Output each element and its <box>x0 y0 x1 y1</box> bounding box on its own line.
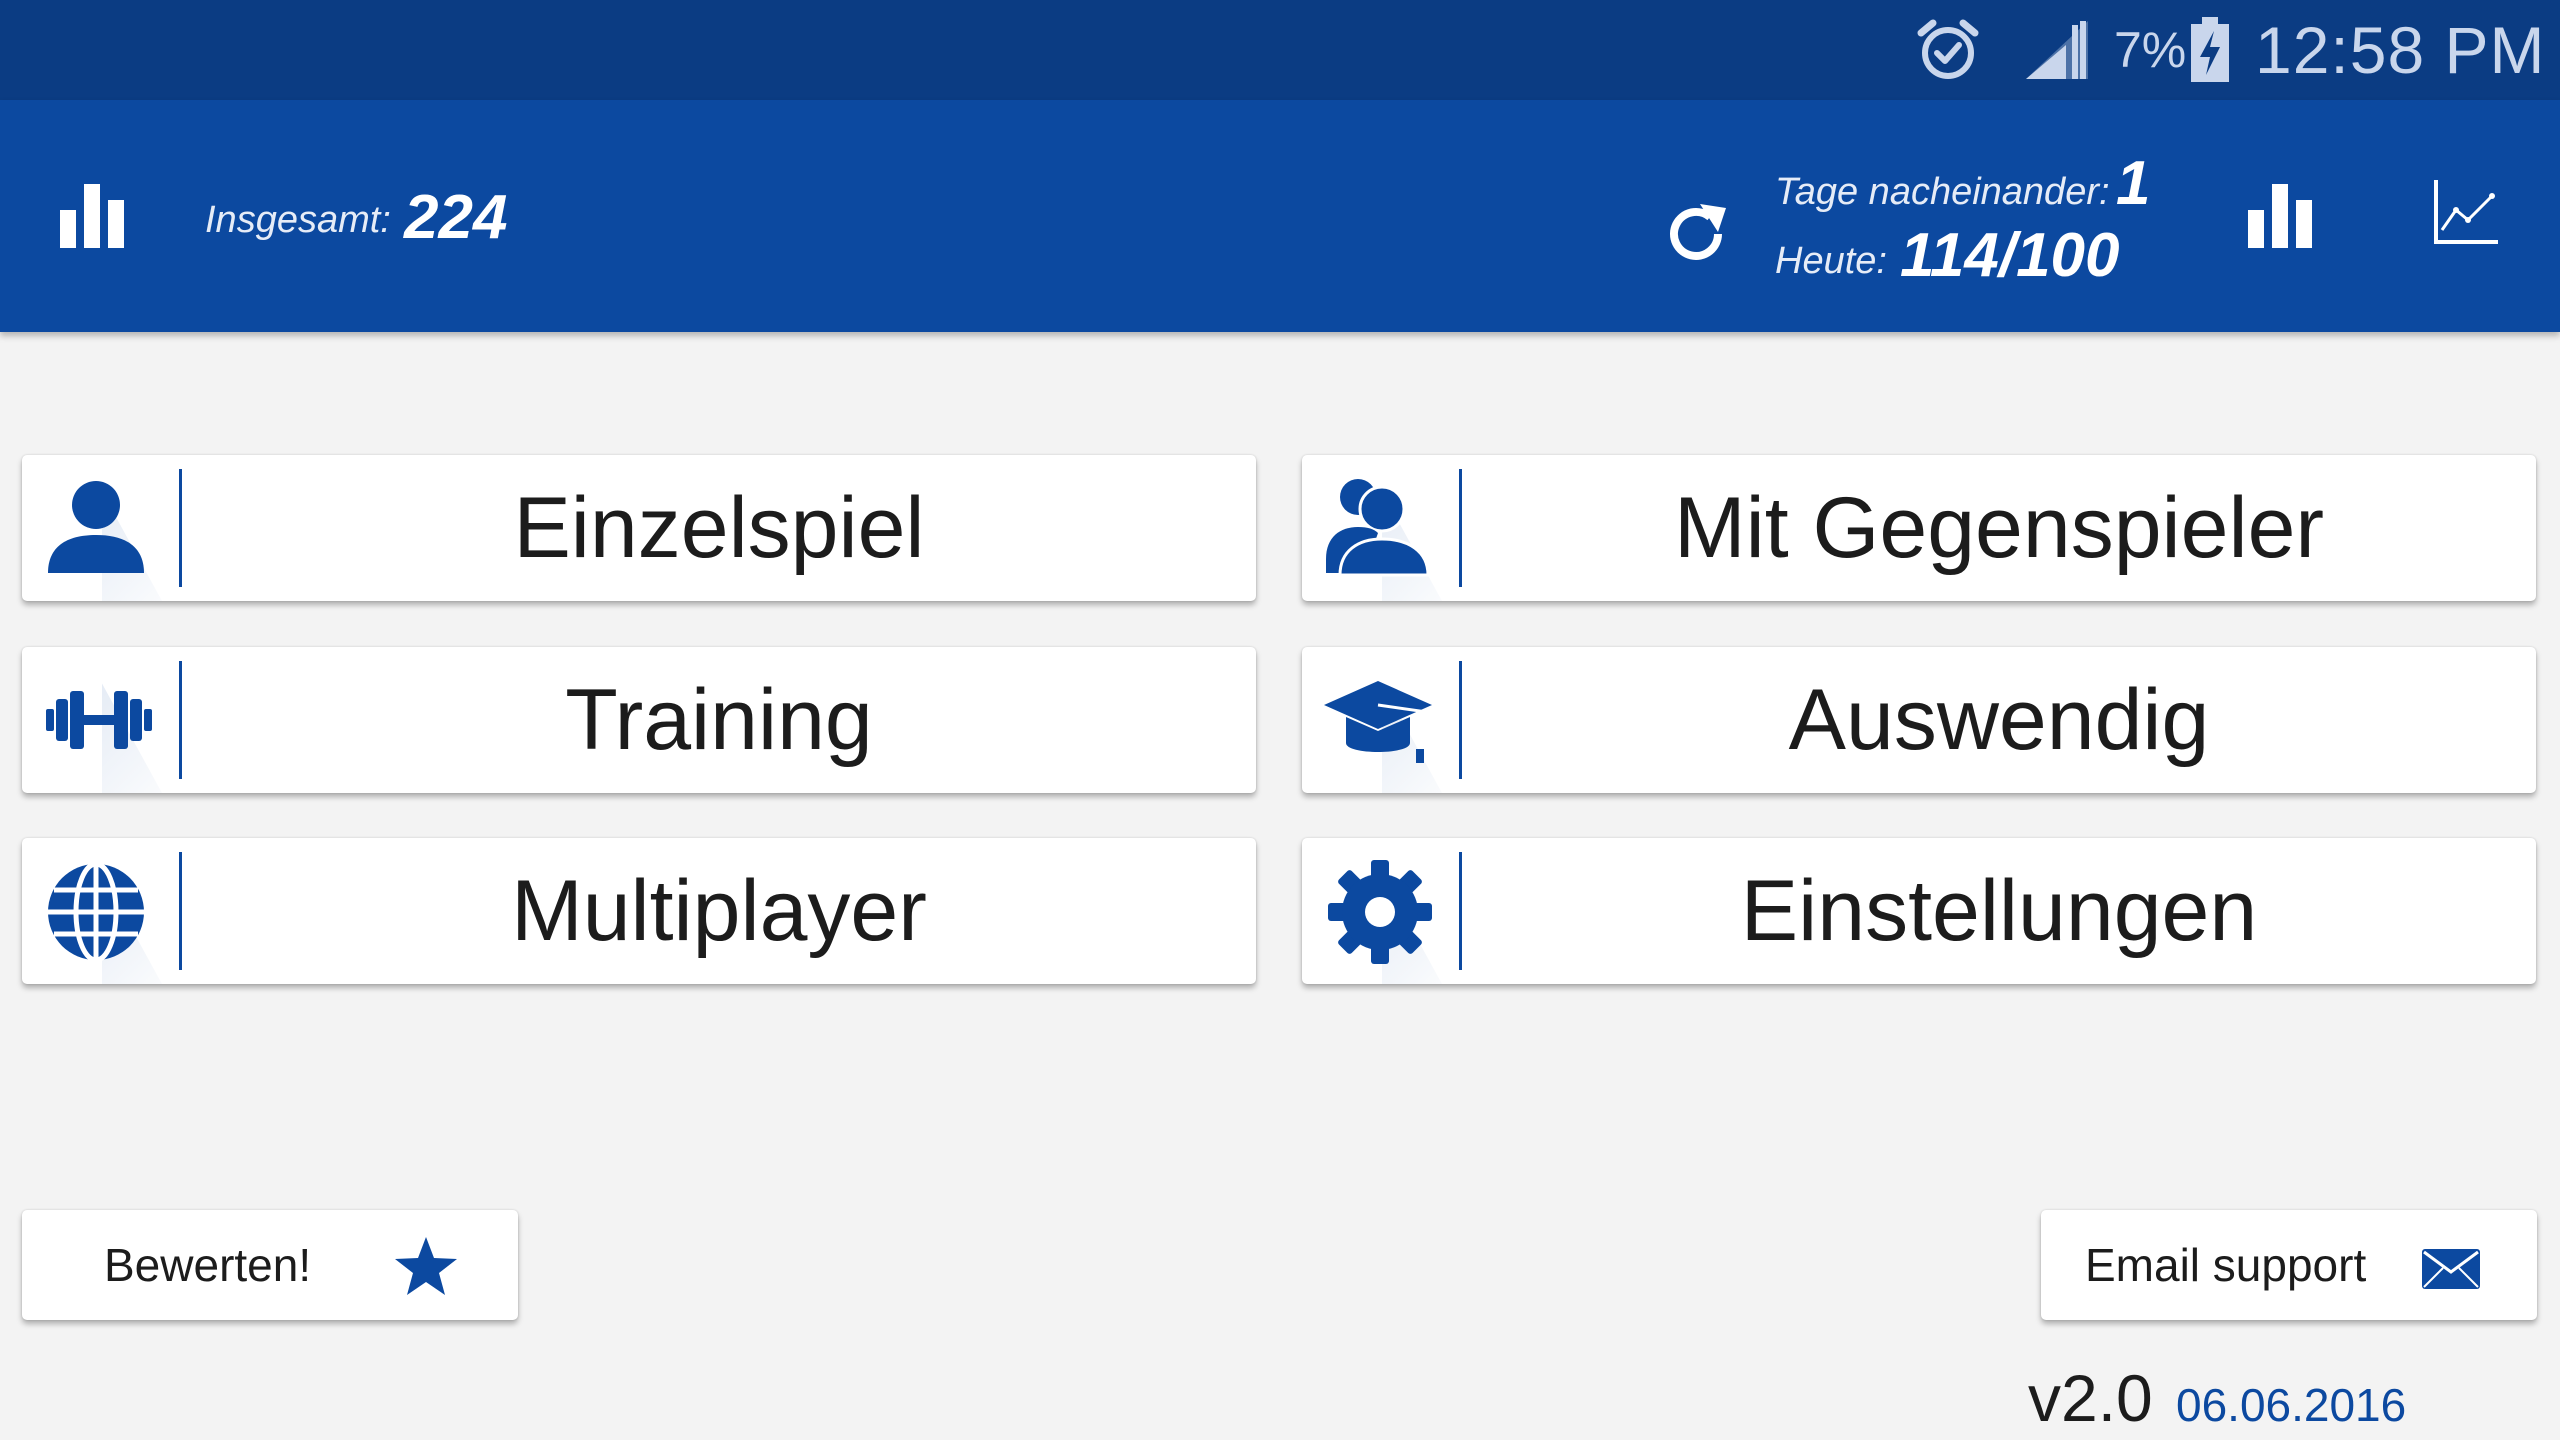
email-support-button[interactable]: Email support <box>2041 1210 2537 1320</box>
single-player-label: Einzelspiel <box>513 479 925 576</box>
status-time: 12:58 PM <box>2255 13 2546 87</box>
version-date: 06.06.2016 <box>2176 1379 2407 1431</box>
today-label: Heute: <box>1775 240 1887 282</box>
email-support-label: Email support <box>2085 1239 2367 1291</box>
streak-label: Tage nacheinander: <box>1775 171 2110 213</box>
streak-value: 1 <box>2116 149 2151 218</box>
graduation-cap-icon <box>1324 665 1434 775</box>
total-value: 224 <box>404 183 508 252</box>
single-player-icon <box>44 473 154 583</box>
alarm-icon <box>1915 0 1981 100</box>
version-label: v2.0 <box>2028 1361 2153 1435</box>
battery-percent: 7% <box>2114 22 2187 78</box>
stats-icon[interactable] <box>2246 180 2316 255</box>
star-icon <box>394 1235 458 1302</box>
multiplayer-button[interactable]: Multiplayer <box>22 838 1256 984</box>
globe-icon <box>44 856 154 966</box>
memorize-button[interactable]: Auswendig <box>1302 647 2536 793</box>
battery-charging-icon <box>2188 0 2232 100</box>
settings-button[interactable]: Einstellungen <box>1302 838 2536 984</box>
refresh-icon[interactable] <box>1660 198 1732 275</box>
total-label: Insgesamt: <box>205 199 391 241</box>
rate-button[interactable]: Bewerten! <box>22 1210 518 1320</box>
dumbbell-icon <box>44 665 154 775</box>
opponent-button[interactable]: Mit Gegenspieler <box>1302 455 2536 601</box>
opponent-icon <box>1324 473 1434 583</box>
signal-icon <box>2022 0 2092 100</box>
mail-icon <box>2421 1248 2481 1295</box>
training-button[interactable]: Training <box>22 647 1256 793</box>
opponent-label: Mit Gegenspieler <box>1673 479 2325 576</box>
line-chart-icon[interactable] <box>2430 178 2500 253</box>
training-label: Training <box>565 671 873 768</box>
settings-label: Einstellungen <box>1740 862 2258 959</box>
gear-icon <box>1324 856 1434 966</box>
multiplayer-label: Multiplayer <box>511 862 927 959</box>
app-bar: Insgesamt: 224 Tage nacheinander: 1 Heut… <box>0 100 2560 332</box>
stats-icon[interactable] <box>58 180 128 255</box>
today-value: 114/100 <box>1900 221 2120 290</box>
memorize-label: Auswendig <box>1788 671 2210 768</box>
single-player-button[interactable]: Einzelspiel <box>22 455 1256 601</box>
status-bar: 7% 12:58 PM <box>0 0 2560 100</box>
rate-label: Bewerten! <box>104 1239 312 1291</box>
